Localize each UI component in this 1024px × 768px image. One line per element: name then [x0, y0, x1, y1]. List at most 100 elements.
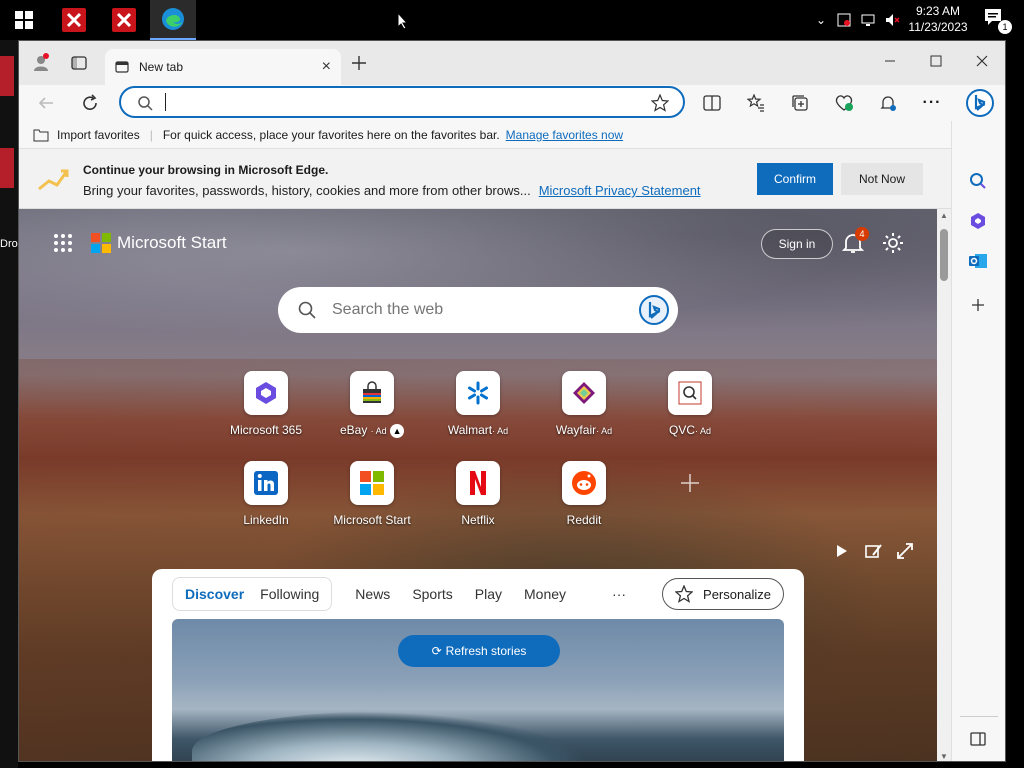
clock[interactable]: 9:23 AM 11/23/2023 [908, 3, 968, 35]
tile-icon-wrap [562, 461, 606, 505]
tile-reddit[interactable]: Reddit [532, 461, 636, 527]
tile-walmart[interactable]: Walmart· Ad [426, 371, 530, 437]
tile-label-text: QVC [668, 423, 695, 437]
tab-following[interactable]: Following [252, 586, 327, 602]
tile-ebay[interactable]: eBay · Ad ▲ [320, 371, 424, 438]
sidebar-add-button[interactable] [966, 293, 990, 317]
profile-button[interactable] [27, 51, 55, 75]
tile-netflix[interactable]: Netflix [426, 461, 530, 527]
settings-and-more-button[interactable]: ··· [917, 89, 947, 117]
refresh-button[interactable] [75, 89, 105, 117]
privacy-statement-link[interactable]: Microsoft Privacy Statement [539, 183, 701, 198]
tab-new-tab[interactable]: New tab × [105, 49, 341, 85]
notifications-button[interactable] [873, 89, 903, 117]
desktop-icon[interactable] [0, 56, 14, 96]
microsoft-start-logo[interactable]: Microsoft Start [91, 233, 227, 253]
refresh-icon [83, 94, 97, 110]
manage-favorites-link[interactable]: Manage favorites now [506, 128, 623, 142]
outlook-icon [969, 254, 987, 268]
new-tab-button[interactable] [345, 51, 373, 75]
tab-actions-button[interactable] [65, 51, 93, 75]
sidebar-outlook-button[interactable] [966, 249, 990, 273]
browser-essentials-button[interactable] [829, 89, 859, 117]
feed-segment: Discover Following [172, 577, 333, 611]
web-search-input[interactable] [332, 300, 622, 320]
tile-qvc[interactable]: QVC· Ad [638, 371, 742, 437]
web-search-box[interactable] [278, 287, 678, 333]
tile-microsoft-365[interactable]: Microsoft 365 [214, 371, 318, 437]
search-icon [970, 173, 986, 189]
security-icon[interactable] [836, 12, 852, 28]
sign-in-button[interactable]: Sign in [761, 229, 833, 259]
title-bar: New tab × [19, 41, 1005, 85]
ad-marker: · Ad [695, 426, 712, 436]
close-tab-icon[interactable]: × [322, 58, 331, 76]
favorites-button[interactable] [741, 89, 771, 117]
mouse-cursor-icon [397, 12, 409, 30]
tile-label: eBay · Ad ▲ [320, 423, 424, 438]
tile-icon-wrap [456, 461, 500, 505]
play-icon[interactable] [831, 541, 851, 561]
desktop-icon[interactable] [0, 148, 14, 188]
close-window-button[interactable] [959, 41, 1005, 81]
tab-discover[interactable]: Discover [177, 586, 252, 602]
volume-muted-icon[interactable] [884, 12, 900, 28]
sidebar-office-button[interactable] [966, 209, 990, 233]
news-feed: Discover Following News Sports Play Mone… [152, 569, 804, 761]
split-screen-button[interactable] [697, 89, 727, 117]
tile-microsoft-start[interactable]: Microsoft Start [320, 461, 424, 527]
personalize-button[interactable]: Personalize [662, 578, 784, 610]
scroll-down-icon[interactable]: ▼ [940, 752, 948, 761]
gear-icon[interactable] [881, 231, 905, 255]
sidebar-search-button[interactable] [966, 169, 990, 193]
star-add-favorite-icon[interactable] [651, 94, 669, 112]
tab-money[interactable]: Money [513, 586, 577, 602]
chevron-up-icon[interactable]: ⌄ [816, 13, 826, 27]
tile-label-text: Netflix [461, 513, 495, 527]
hero-story-image[interactable]: ⟳ Refresh stories [172, 619, 784, 761]
collections-icon [792, 95, 808, 111]
tile-linkedin[interactable]: LinkedIn [214, 461, 318, 527]
taskbar-app-1[interactable] [52, 0, 96, 40]
refresh-stories-button[interactable]: ⟳ Refresh stories [398, 635, 560, 667]
infobar-text: Bring your favorites, passwords, history… [83, 183, 531, 198]
network-icon[interactable] [860, 12, 876, 28]
address-bar[interactable] [119, 86, 685, 118]
notification-center-button[interactable]: 1 [984, 8, 1012, 34]
windows-logo-icon [15, 11, 33, 29]
tile-label: Netflix [426, 513, 530, 527]
expand-icon[interactable] [895, 541, 915, 561]
hide-sidebar-button[interactable] [966, 727, 990, 751]
address-input[interactable] [165, 93, 635, 111]
netflix-icon [470, 471, 486, 495]
brand-name: Microsoft Start [117, 233, 227, 252]
edge-window: New tab × ··· Import favorites | For qui… [18, 40, 1006, 762]
collections-button[interactable] [785, 89, 815, 117]
feed-more-button[interactable]: ··· [601, 586, 637, 602]
favorites-icon [747, 94, 764, 112]
tab-sports[interactable]: Sports [401, 586, 463, 602]
copilot-button[interactable] [963, 86, 997, 120]
confirm-button[interactable]: Confirm [757, 163, 833, 195]
scroll-up-icon[interactable]: ▲ [940, 211, 948, 220]
scrollbar-thumb[interactable] [940, 229, 948, 281]
tab-news[interactable]: News [344, 586, 401, 602]
edit-background-icon[interactable] [863, 541, 883, 561]
minimize-button[interactable] [867, 41, 913, 81]
bing-chat-icon[interactable] [638, 294, 670, 326]
not-now-button[interactable]: Not Now [841, 163, 923, 195]
apps-grid-icon[interactable] [53, 233, 73, 253]
clock-time: 9:23 AM [915, 4, 961, 18]
tile-icon-wrap [456, 371, 500, 415]
tab-play[interactable]: Play [464, 586, 513, 602]
tile-wayfair[interactable]: Wayfair· Ad [532, 371, 636, 437]
new-tab-page: Microsoft Start Sign in 4 Microsoft 365 … [19, 209, 937, 761]
taskbar-edge[interactable] [150, 0, 196, 40]
page-scrollbar[interactable]: ▲ ▼ [937, 209, 951, 761]
taskbar-app-2[interactable] [102, 0, 146, 40]
back-button[interactable] [31, 89, 61, 117]
add-shortcut-button[interactable] [638, 471, 742, 495]
start-button[interactable] [2, 0, 46, 40]
import-favorites-link[interactable]: Import favorites [57, 128, 140, 142]
maximize-button[interactable] [913, 41, 959, 81]
